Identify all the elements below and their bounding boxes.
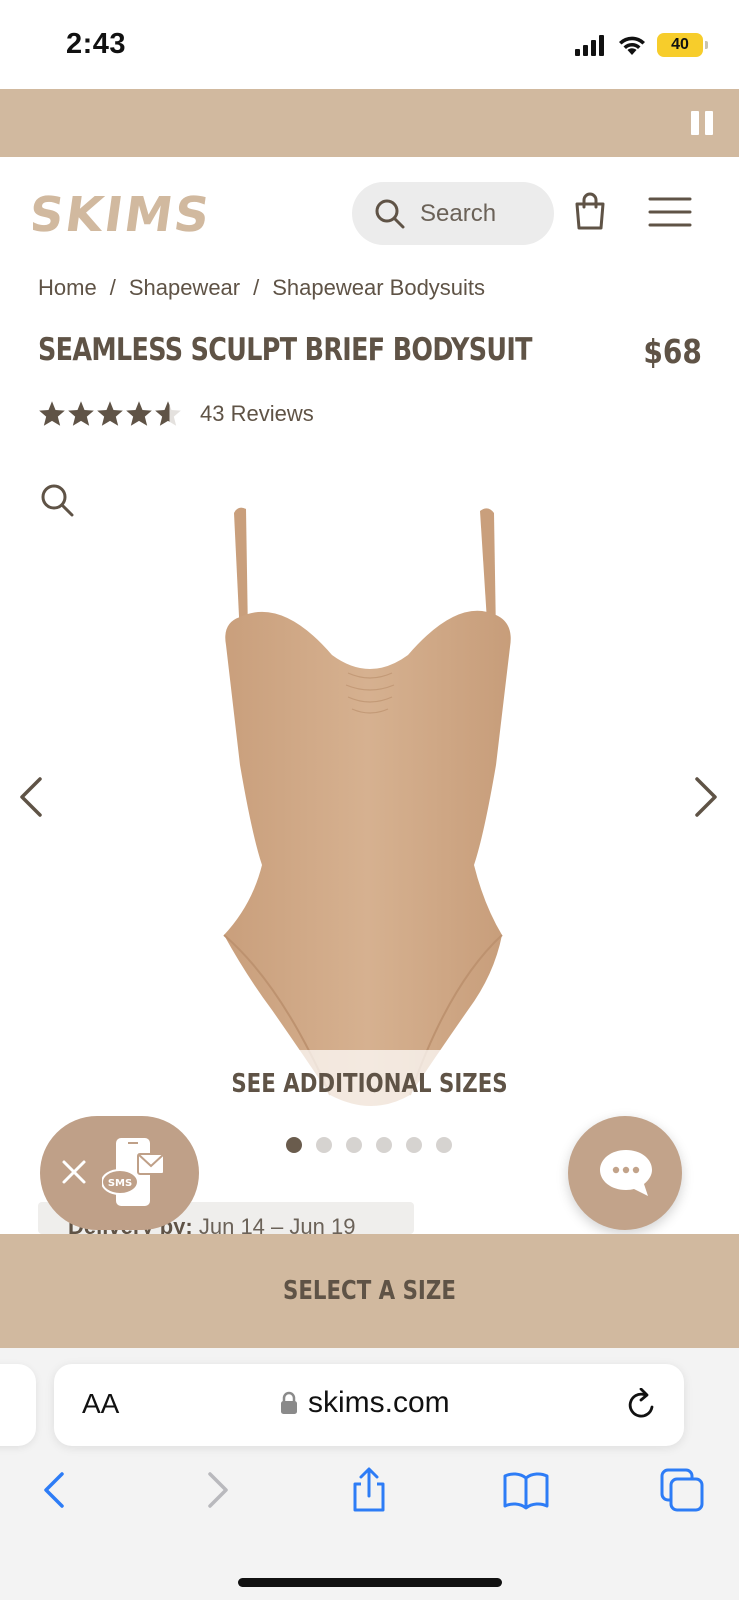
hamburger-menu-icon[interactable] <box>648 195 692 229</box>
bookmarks-icon[interactable] <box>502 1466 550 1514</box>
product-gallery[interactable] <box>0 495 739 1135</box>
reviews-count[interactable]: 43 Reviews <box>200 401 314 427</box>
pagination-dot[interactable] <box>346 1137 362 1153</box>
breadcrumb: Home / Shapewear / Shapewear Bodysuits <box>38 275 485 301</box>
reload-icon[interactable] <box>626 1388 658 1422</box>
sms-phone-icon: SMS <box>102 1138 165 1206</box>
product-image <box>223 507 511 1106</box>
delivery-dates: Jun 14 – Jun 19 <box>198 1214 356 1234</box>
pagination-dot[interactable] <box>286 1137 302 1153</box>
breadcrumb-home[interactable]: Home <box>38 275 97 301</box>
wifi-icon <box>619 36 645 55</box>
home-indicator <box>238 1578 502 1587</box>
product-price: $68 <box>643 332 702 371</box>
tabs-icon[interactable] <box>658 1466 706 1514</box>
pagination-dot[interactable] <box>436 1137 452 1153</box>
browser-toolbar <box>0 1466 739 1526</box>
address-bar[interactable]: AA skims.com <box>54 1364 684 1446</box>
pagination-dot[interactable] <box>406 1137 422 1153</box>
promo-banner <box>0 89 739 157</box>
back-icon[interactable] <box>32 1466 80 1514</box>
status-time: 2:43 <box>66 28 127 60</box>
rating-stars <box>38 400 182 427</box>
star-icon <box>126 401 152 426</box>
cellular-signal-icon <box>575 35 604 56</box>
breadcrumb-separator: / <box>253 275 260 300</box>
star-icon <box>39 401 65 426</box>
pagination-dot[interactable] <box>316 1137 332 1153</box>
shopping-bag-icon[interactable] <box>572 191 608 231</box>
svg-text:SKIMS: SKIMS <box>33 187 215 237</box>
sms-signup-widget[interactable]: SMS <box>40 1116 199 1230</box>
chat-bubble-icon <box>600 1150 652 1196</box>
lock-icon <box>281 1391 297 1414</box>
star-half-icon <box>155 401 181 426</box>
search-placeholder: Search <box>420 199 497 227</box>
star-icon <box>97 401 123 426</box>
select-size-label: SELECT A SIZE <box>283 1276 456 1306</box>
star-icon <box>68 401 94 426</box>
svg-text:SMS: SMS <box>108 1178 132 1189</box>
skims-logo[interactable]: SKIMS <box>33 187 219 237</box>
breadcrumb-separator: / <box>109 275 116 300</box>
see-additional-sizes-button[interactable]: SEE ADDITIONAL SIZES <box>67 1069 673 1099</box>
site-header: SKIMS Search <box>0 157 739 267</box>
breadcrumb-shapewear[interactable]: Shapewear <box>129 275 240 301</box>
text-size-button[interactable]: AA <box>82 1388 119 1420</box>
product-rating[interactable]: 43 Reviews <box>38 400 314 427</box>
previous-tab[interactable] <box>0 1364 36 1446</box>
chevron-left-icon[interactable] <box>16 775 46 819</box>
status-bar: 2:43 40 <box>0 0 739 89</box>
gallery-pagination <box>286 1137 452 1153</box>
product-title: SEAMLESS SCULPT BRIEF BODYSUIT <box>38 332 533 368</box>
breadcrumb-shapewear-bodysuits[interactable]: Shapewear Bodysuits <box>272 275 485 301</box>
search-input[interactable]: Search <box>352 182 554 245</box>
browser-bottom-bar: AA skims.com <box>0 1348 739 1600</box>
select-size-button[interactable]: SELECT A SIZE <box>0 1234 739 1348</box>
chevron-right-icon[interactable] <box>691 775 721 819</box>
url-text: skims.com <box>308 1386 450 1419</box>
pagination-dot[interactable] <box>376 1137 392 1153</box>
status-icons: 40 <box>575 33 708 57</box>
pause-icon[interactable] <box>691 111 713 135</box>
close-icon[interactable] <box>58 1156 90 1188</box>
search-icon <box>375 199 405 228</box>
battery-indicator: 40 <box>657 33 708 57</box>
chat-button[interactable] <box>568 1116 682 1230</box>
share-icon[interactable] <box>345 1466 393 1514</box>
forward-icon[interactable] <box>192 1466 240 1514</box>
url-display[interactable]: skims.com <box>280 1386 450 1420</box>
